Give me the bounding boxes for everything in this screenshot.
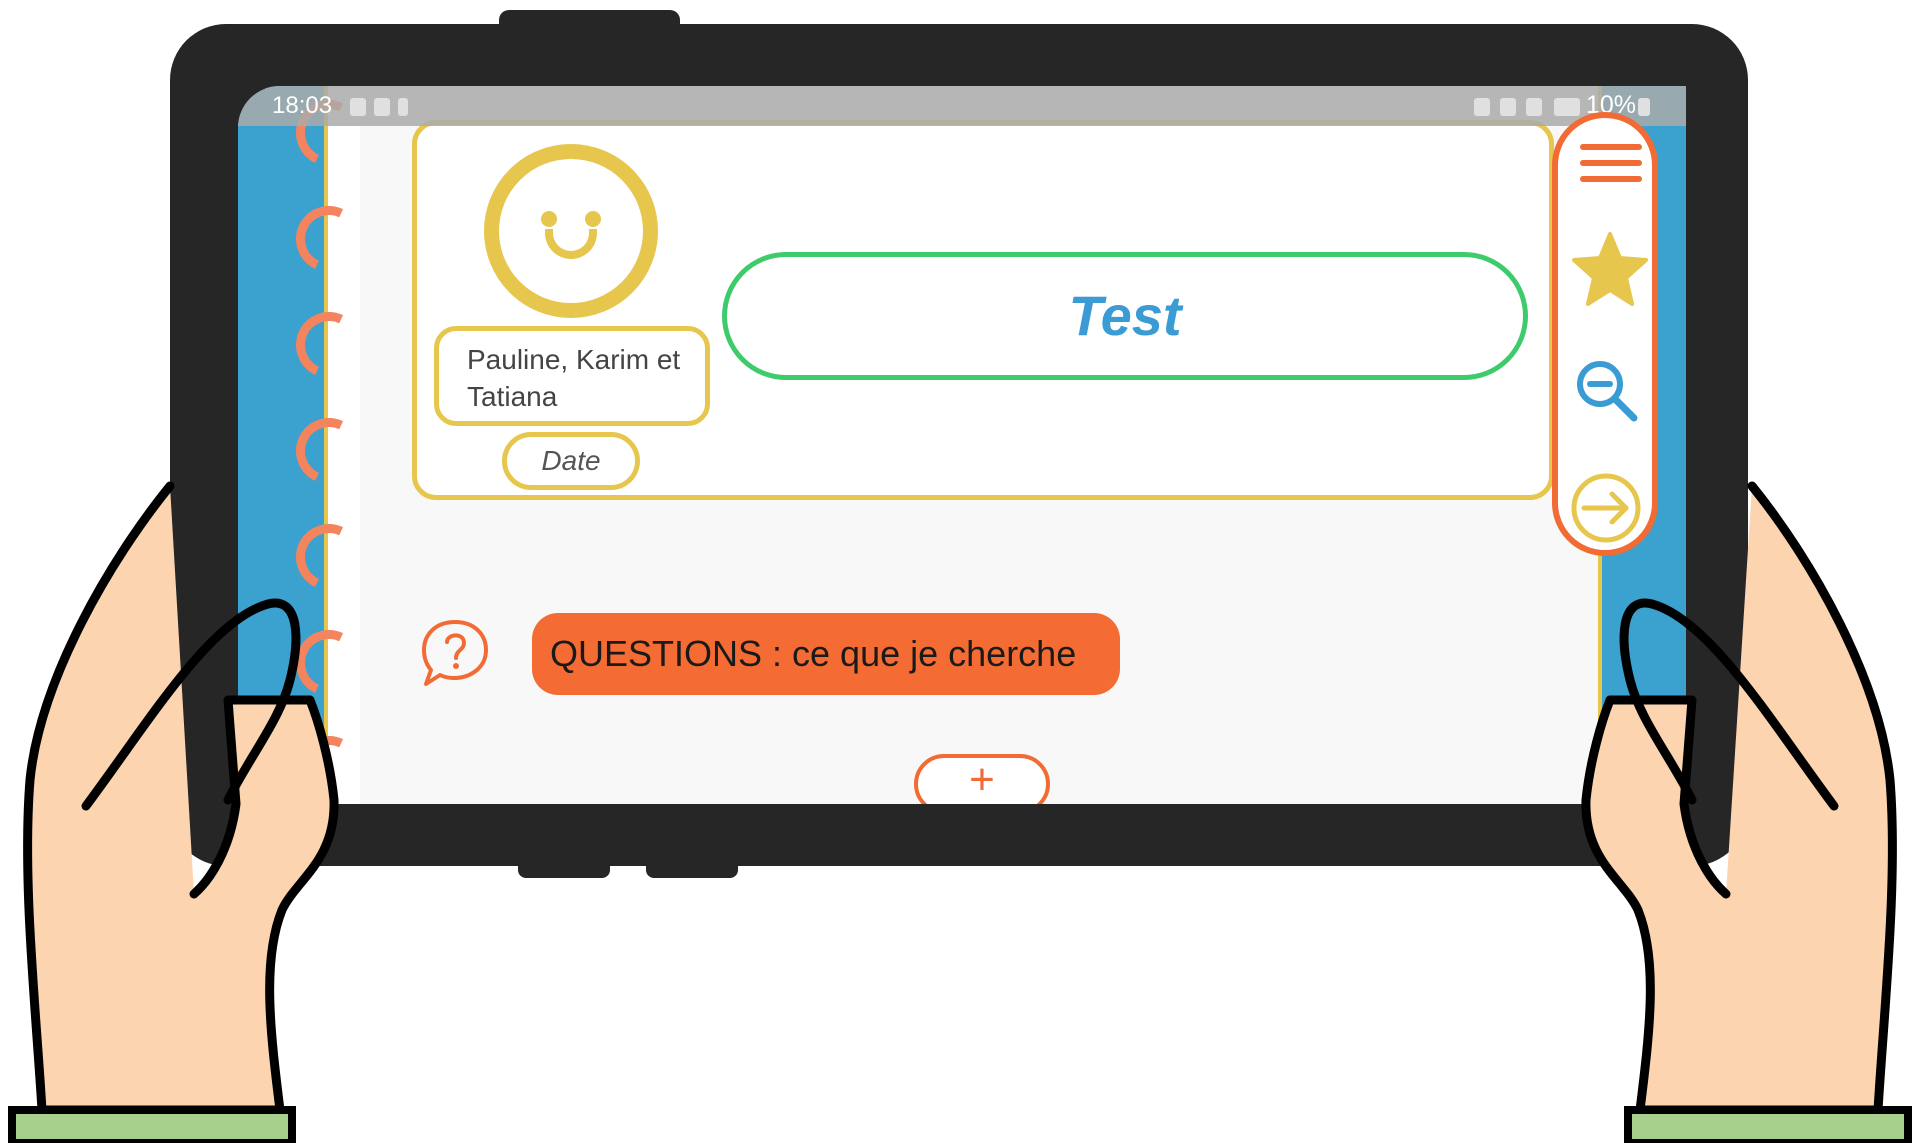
right-sleeve xyxy=(1624,1106,1912,1143)
left-sleeve xyxy=(8,1106,296,1143)
left-hand xyxy=(23,481,339,1115)
hands-illustration xyxy=(8,481,1912,1143)
right-hand xyxy=(1581,481,1897,1115)
